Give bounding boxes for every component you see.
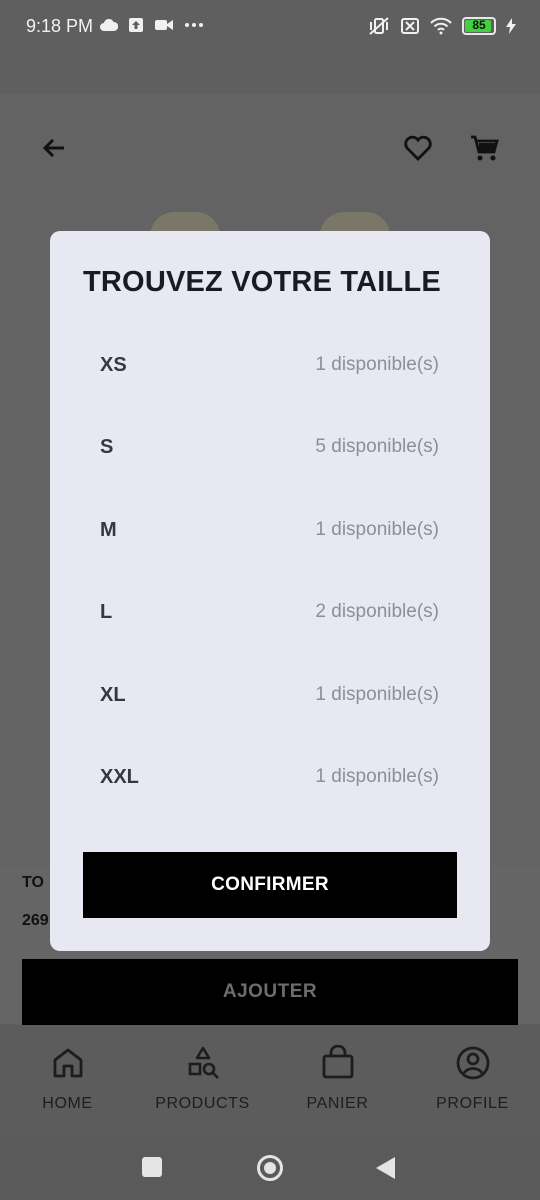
size-option-m[interactable]: M 1 disponible(s) xyxy=(83,500,457,560)
wifi-icon xyxy=(430,17,452,35)
back-arrow-icon[interactable] xyxy=(38,132,70,164)
cloud-icon xyxy=(100,18,118,31)
home-system-button[interactable] xyxy=(257,1155,283,1181)
confirm-button[interactable]: CONFIRMER xyxy=(83,852,457,918)
nav-label-products: PRODUCTS xyxy=(155,1095,250,1112)
size-option-l[interactable]: L 2 disponible(s) xyxy=(83,582,457,642)
product-price: 269 xyxy=(22,912,49,929)
charging-icon xyxy=(506,18,516,34)
nav-item-products[interactable]: PRODUCTS xyxy=(135,1025,270,1135)
size-option-s[interactable]: S 5 disponible(s) xyxy=(83,417,457,477)
status-time: 9:18 PM xyxy=(26,16,94,36)
profile-icon xyxy=(456,1046,489,1080)
size-availability: 1 disponible(s) xyxy=(315,766,439,787)
size-availability: 1 disponible(s) xyxy=(315,519,439,540)
products-icon xyxy=(188,1046,219,1079)
size-availability: 1 disponible(s) xyxy=(315,684,439,705)
size-label: XS xyxy=(100,353,127,376)
battery-level: 85 xyxy=(472,18,486,32)
size-availability: 2 disponible(s) xyxy=(315,601,439,622)
size-label: S xyxy=(100,435,114,458)
home-icon xyxy=(53,1048,82,1078)
size-label: XXL xyxy=(100,765,139,788)
battery-icon: 85 xyxy=(462,17,496,35)
size-label: XL xyxy=(100,683,126,706)
size-availability: 5 disponible(s) xyxy=(315,436,439,457)
bottom-navigation: HOME PRODUCTS PANIER PROFILE xyxy=(0,1025,540,1135)
nav-item-profile[interactable]: PROFILE xyxy=(405,1025,540,1135)
system-navigation-bar xyxy=(0,1135,540,1200)
product-name: TO xyxy=(22,874,44,891)
back-system-button[interactable] xyxy=(376,1157,395,1179)
size-availability: 1 disponible(s) xyxy=(315,354,439,375)
add-to-cart-button[interactable]: AJOUTER xyxy=(22,959,518,1025)
recents-button[interactable] xyxy=(142,1157,162,1177)
size-label: L xyxy=(100,600,113,623)
heart-icon[interactable] xyxy=(402,132,434,164)
size-picker-dialog: TROUVEZ VOTRE TAILLE XS 1 disponible(s) … xyxy=(50,231,490,951)
dialog-title: TROUVEZ VOTRE TAILLE xyxy=(83,266,441,298)
vibrate-off-icon xyxy=(369,17,389,35)
nav-label-profile: PROFILE xyxy=(436,1095,509,1112)
size-option-xs[interactable]: XS 1 disponible(s) xyxy=(83,335,457,395)
upload-icon xyxy=(129,18,143,32)
nav-label-home: HOME xyxy=(42,1095,93,1112)
video-icon xyxy=(155,20,173,30)
size-option-xxl[interactable]: XXL 1 disponible(s) xyxy=(83,747,457,807)
status-bar: 9:18 PM 85 xyxy=(0,0,540,56)
more-dots-icon xyxy=(185,23,203,27)
nav-label-panier: PANIER xyxy=(306,1095,369,1112)
size-option-xl[interactable]: XL 1 disponible(s) xyxy=(83,665,457,725)
cart-icon[interactable] xyxy=(468,132,500,164)
nav-item-panier[interactable]: PANIER xyxy=(270,1025,405,1135)
shopping-bag-icon xyxy=(322,1045,353,1079)
sim-off-icon xyxy=(401,18,419,34)
nav-item-home[interactable]: HOME xyxy=(0,1025,135,1135)
size-label: M xyxy=(100,518,117,541)
